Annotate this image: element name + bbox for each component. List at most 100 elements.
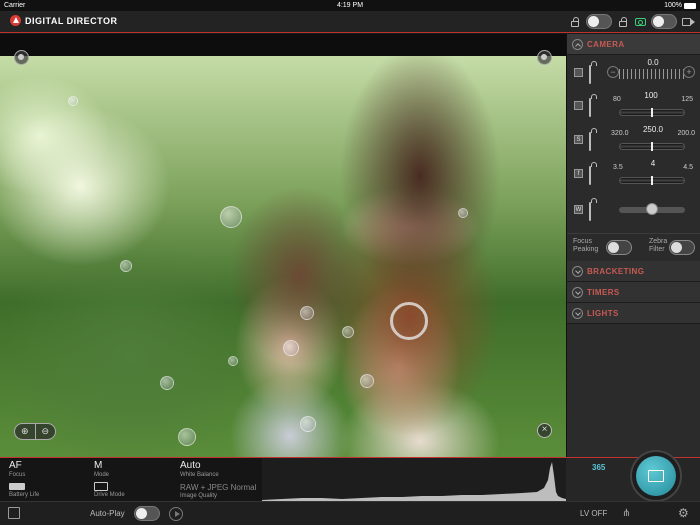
- minus-icon[interactable]: −: [607, 66, 619, 78]
- assist-toggles: Focus Peaking Zebra Filter: [567, 233, 700, 263]
- shots-remaining: 365: [592, 463, 606, 472]
- live-view-image[interactable]: [0, 56, 566, 457]
- aperture-dial[interactable]: [619, 176, 685, 185]
- clock: 4:19 PM: [336, 2, 364, 9]
- bubble: [220, 206, 242, 228]
- white-balance-info[interactable]: Auto White Balance: [180, 460, 219, 478]
- bubble: [160, 376, 174, 390]
- aperture-lock-icon[interactable]: [589, 166, 599, 185]
- chevron-down-icon: [572, 265, 583, 277]
- white-balance-slider[interactable]: [619, 203, 685, 215]
- share-icon[interactable]: ⋔: [622, 508, 634, 520]
- lights-section-title: LIGHTS: [587, 308, 619, 318]
- camera-section-header[interactable]: CAMERA: [567, 34, 700, 55]
- zoom-out-icon[interactable]: ⊖: [34, 424, 56, 439]
- shutter-prev: 320.0: [611, 130, 629, 137]
- focus-peaking-toggle[interactable]: [606, 240, 632, 255]
- lock-toggle[interactable]: [586, 14, 612, 29]
- bubble: [228, 356, 238, 366]
- mode-label: Mode: [94, 472, 110, 478]
- drive-mode-info[interactable]: Drive Mode: [94, 482, 125, 498]
- shutter-value: 250.0: [642, 125, 664, 134]
- iso-icon: [574, 101, 583, 110]
- iso-lock-icon[interactable]: [589, 98, 599, 117]
- shutter-lock-icon[interactable]: [589, 132, 599, 151]
- iso-row: 80 100 125: [567, 89, 700, 121]
- status-bar: Carrier 4:19 PM 100%: [0, 0, 700, 11]
- bubble: [300, 306, 314, 320]
- aperture-values: 3.5 4 4.5: [613, 159, 693, 171]
- top-right-corner-button[interactable]: [537, 50, 552, 65]
- bracketing-section-header[interactable]: BRACKETING: [567, 261, 700, 282]
- zoom-in-icon[interactable]: ⊕: [15, 424, 35, 439]
- battery-life-label: Battery Life: [9, 492, 40, 498]
- bubble: [300, 416, 316, 432]
- histogram-graph: [262, 462, 566, 501]
- iso-values: 80 100 125: [613, 91, 693, 103]
- shutter-next: 200.0: [677, 130, 695, 137]
- battery-status: 100%: [664, 0, 696, 11]
- shutter-button[interactable]: [636, 456, 676, 496]
- shutter-button-ring: [630, 450, 682, 502]
- exposure-lock-icon[interactable]: [589, 65, 599, 84]
- settings-panel: CAMERA 0.0 − + 80 100 125 S 320.0 250.0 …: [566, 34, 700, 457]
- battery-level-icon: [9, 483, 25, 490]
- camera-icon[interactable]: [634, 16, 646, 28]
- unlock-icon: [569, 16, 581, 28]
- focus-peaking-label: Focus Peaking: [573, 238, 599, 253]
- shutter-values: 320.0 250.0 200.0: [611, 125, 695, 137]
- mode-value: M: [94, 460, 103, 471]
- image-quality-value: RAW + JPEG Normal: [180, 483, 257, 492]
- exposure-value: 0.0: [647, 58, 659, 67]
- mode-info[interactable]: M Mode: [94, 460, 109, 478]
- aperture-row: f 3.5 4 4.5: [567, 157, 700, 189]
- shutter-dial[interactable]: [619, 142, 685, 151]
- exposure-compensation-row: 0.0 − +: [567, 55, 700, 87]
- white-balance-row: W: [567, 195, 700, 227]
- close-icon[interactable]: ×: [537, 423, 552, 438]
- zebra-filter-toggle[interactable]: [669, 240, 695, 255]
- live-view-toggle[interactable]: LV OFF: [580, 509, 607, 518]
- top-left-corner-button[interactable]: [14, 50, 29, 65]
- video-icon[interactable]: [682, 16, 695, 28]
- plus-icon[interactable]: +: [683, 66, 695, 78]
- shutter-speed-row: S 320.0 250.0 200.0: [567, 123, 700, 155]
- aperture-value: 4: [650, 159, 656, 168]
- white-balance-label: White Balance: [180, 472, 219, 478]
- autoplay-toggle[interactable]: [134, 506, 160, 521]
- focus-label: Focus: [9, 472, 26, 478]
- iso-prev: 80: [613, 96, 621, 103]
- image-quality-info[interactable]: RAW + JPEG Normal Image Quality: [180, 483, 256, 499]
- gear-icon[interactable]: ⚙: [678, 507, 690, 519]
- play-icon[interactable]: [169, 507, 183, 521]
- battery-info: Battery Life: [9, 483, 39, 498]
- live-view[interactable]: ⊕ ⊖ ×: [0, 34, 566, 457]
- photo-video-toggle[interactable]: [651, 14, 677, 29]
- timers-section-header[interactable]: TIMERS: [567, 282, 700, 303]
- aperture-prev: 3.5: [613, 164, 623, 171]
- gallery-icon[interactable]: [8, 507, 20, 519]
- exposure-scale[interactable]: [619, 69, 685, 79]
- focus-point[interactable]: [390, 302, 428, 340]
- autoplay-label: Auto-Play: [90, 509, 125, 518]
- brand-name: DIGITAL DIRECTOR: [25, 15, 118, 26]
- iso-dial[interactable]: [619, 108, 685, 117]
- image-quality-label: Image Quality: [180, 493, 218, 499]
- zoom-controls: ⊕ ⊖: [14, 423, 56, 440]
- bubble: [178, 428, 196, 446]
- zebra-filter-label: Zebra Filter: [649, 238, 668, 253]
- focus-info[interactable]: AF Focus: [9, 460, 25, 478]
- camera-section-title: CAMERA: [587, 39, 625, 49]
- single-shot-icon: [94, 482, 108, 491]
- lights-section-header[interactable]: LIGHTS: [567, 303, 700, 324]
- bubble: [283, 340, 299, 356]
- top-controls: [569, 14, 695, 29]
- histogram: [262, 457, 566, 501]
- bubble: [458, 208, 468, 218]
- timers-section-title: TIMERS: [587, 287, 620, 297]
- chevron-up-icon: [572, 38, 583, 50]
- battery-percent: 100%: [664, 2, 682, 9]
- white-balance-lock-icon[interactable]: [589, 202, 599, 221]
- chevron-down-icon: [572, 307, 583, 319]
- camera-controls: 0.0 − + 80 100 125 S 320.0 250.0 200.0 f…: [567, 55, 700, 255]
